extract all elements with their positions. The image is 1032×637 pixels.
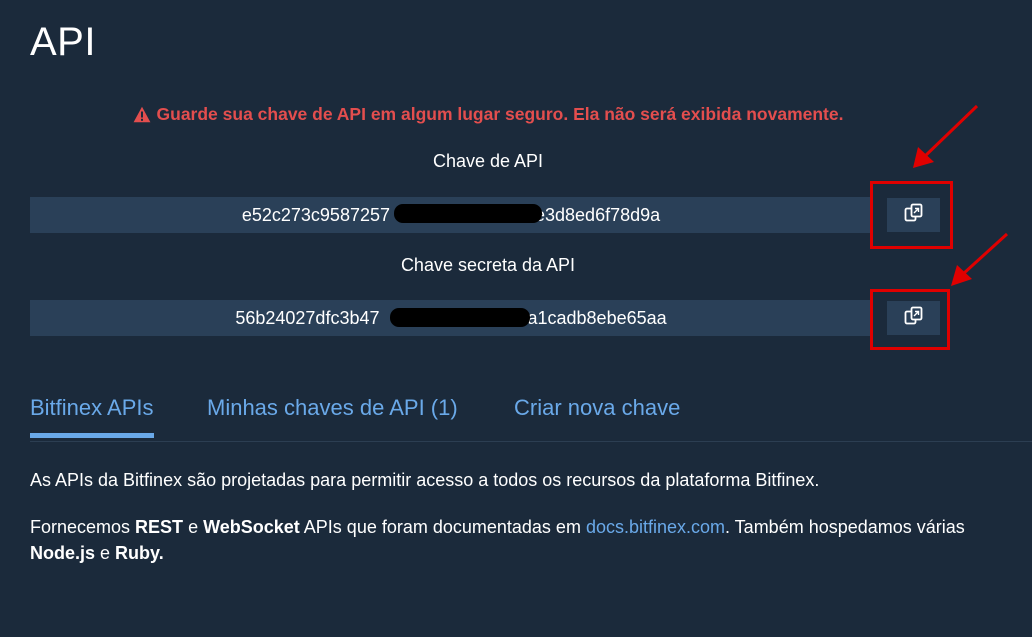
secret-key-label: Chave secreta da API bbox=[400, 255, 576, 275]
warning-message: Guarde sua chave de API em algum lugar s… bbox=[0, 104, 976, 128]
copy-secret-key-button[interactable] bbox=[887, 301, 940, 335]
tab-bitfinex-apis[interactable]: Bitfinex APIs bbox=[30, 395, 154, 438]
redaction-mark bbox=[390, 308, 530, 327]
docs-link[interactable]: docs.bitfinex.com bbox=[586, 517, 725, 537]
copy-icon bbox=[904, 306, 924, 331]
websocket-text: WebSocket bbox=[203, 517, 300, 537]
copy-api-key-button[interactable] bbox=[887, 198, 940, 232]
nodejs-text: Node.js bbox=[30, 543, 96, 563]
redaction-mark bbox=[394, 204, 542, 223]
warning-triangle-icon bbox=[133, 106, 151, 128]
ruby-text: Ruby. bbox=[115, 543, 164, 563]
page-title: API bbox=[30, 20, 96, 64]
warning-text: Guarde sua chave de API em algum lugar s… bbox=[156, 104, 844, 124]
tab-create-new-key[interactable]: Criar nova chave bbox=[514, 395, 680, 433]
tab-my-api-keys[interactable]: Minhas chaves de API (1) bbox=[207, 395, 458, 433]
copy-icon bbox=[904, 203, 924, 228]
api-key-label: Chave de API bbox=[432, 151, 544, 171]
rest-text: REST bbox=[135, 517, 184, 537]
tab-bar: Bitfinex APIs Minhas chaves de API (1) C… bbox=[30, 395, 1032, 441]
apis-paragraph: Fornecemos REST e WebSocket APIs que for… bbox=[30, 517, 965, 563]
tabs-divider bbox=[30, 441, 1032, 442]
description-paragraph: As APIs da Bitfinex são projetadas para … bbox=[30, 470, 820, 490]
